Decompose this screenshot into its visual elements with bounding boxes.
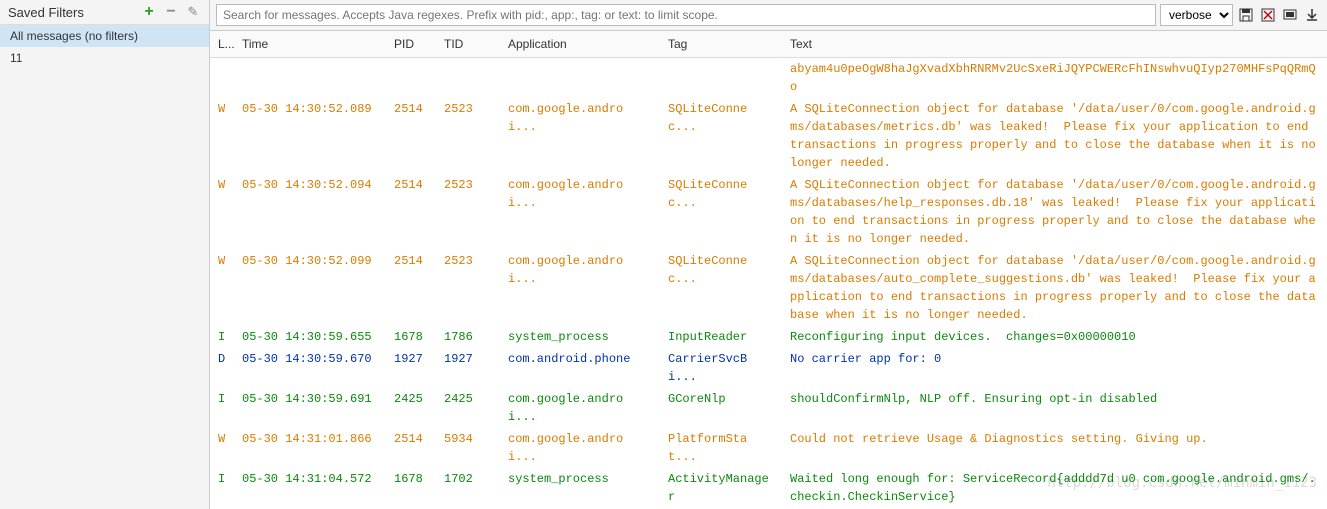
log-cell: D <box>210 348 234 388</box>
log-cell: A SQLiteConnection object for database '… <box>782 174 1327 250</box>
saved-filters-header: Saved Filters + − ✎ <box>0 0 209 25</box>
log-cell: com.google.androi... <box>500 98 660 174</box>
log-cell: W <box>210 98 234 174</box>
log-cell: 05-30 14:30:59.670 <box>234 348 386 388</box>
log-cell: 1702 <box>436 468 500 508</box>
log-cell: 05-30 14:31:04.572 <box>234 468 386 508</box>
clear-log-icon[interactable] <box>1259 6 1277 24</box>
log-cell: 1678 <box>386 468 436 508</box>
log-cell: com.android.phone <box>500 348 660 388</box>
saved-filters-panel: Saved Filters + − ✎ All messages (no fil… <box>0 0 210 509</box>
log-cell: com.google.androi... <box>500 250 660 326</box>
log-cell: Reconfiguring input devices. changes=0x0… <box>782 326 1327 348</box>
log-row[interactable]: W05-30 14:30:52.09925142523com.google.an… <box>210 250 1327 326</box>
log-cell: PlatformStat... <box>660 428 782 468</box>
log-cell: system_process <box>500 326 660 348</box>
log-cell: Could not retrieve Usage & Diagnostics s… <box>782 428 1327 468</box>
log-table: L... Time PID TID Application Tag Text a… <box>210 31 1327 509</box>
log-cell: SQLiteConnec... <box>660 250 782 326</box>
log-cell: 2425 <box>386 388 436 428</box>
col-time[interactable]: Time <box>234 31 386 58</box>
screen-capture-icon[interactable] <box>1281 6 1299 24</box>
logcat-toolbar: verbose <box>210 0 1327 31</box>
col-text[interactable]: Text <box>782 31 1327 58</box>
log-row[interactable]: W05-30 14:31:01.86625145934com.google.an… <box>210 428 1327 468</box>
log-cell: 05-30 14:30:52.099 <box>234 250 386 326</box>
col-tag[interactable]: Tag <box>660 31 782 58</box>
log-cell: 05-30 14:30:59.691 <box>234 388 386 428</box>
log-cell: W <box>210 250 234 326</box>
log-row[interactable]: D05-30 14:30:59.67019271927com.android.p… <box>210 348 1327 388</box>
logcat-main: verbose L... Time PID TID Application T <box>210 0 1327 509</box>
log-cell: 1678 <box>386 326 436 348</box>
log-cell: 05-30 14:31:01.866 <box>234 428 386 468</box>
log-cell: com.google.androi... <box>500 428 660 468</box>
log-cell: com.google.androi... <box>500 174 660 250</box>
log-cell: 05-30 14:30:59.655 <box>234 326 386 348</box>
log-cell: system_process <box>500 468 660 508</box>
log-header-row: L... Time PID TID Application Tag Text <box>210 31 1327 58</box>
log-cell: W <box>210 174 234 250</box>
log-cell: 2425 <box>436 388 500 428</box>
log-cell: 05-30 14:30:52.094 <box>234 174 386 250</box>
log-cell <box>386 58 436 99</box>
remove-filter-icon[interactable]: − <box>163 4 179 20</box>
saved-filters-title: Saved Filters <box>8 5 84 20</box>
filter-item[interactable]: All messages (no filters) <box>0 25 209 47</box>
log-cell: ActivityManager <box>660 468 782 508</box>
log-cell: shouldConfirmNlp, NLP off. Ensuring opt-… <box>782 388 1327 428</box>
log-row[interactable]: I05-30 14:30:59.69124252425com.google.an… <box>210 388 1327 428</box>
add-filter-icon[interactable]: + <box>141 4 157 20</box>
log-cell: 1927 <box>386 348 436 388</box>
log-cell: W <box>210 428 234 468</box>
log-cell: 05-30 14:30:52.089 <box>234 98 386 174</box>
edit-filter-icon[interactable]: ✎ <box>185 4 201 20</box>
log-cell: Waited long enough for: ServiceRecord{ad… <box>782 468 1327 508</box>
log-row[interactable]: I05-30 14:30:59.65516781786system_proces… <box>210 326 1327 348</box>
log-table-area[interactable]: L... Time PID TID Application Tag Text a… <box>210 31 1327 509</box>
log-cell: A SQLiteConnection object for database '… <box>782 250 1327 326</box>
log-cell: 2523 <box>436 174 500 250</box>
log-cell: 2523 <box>436 98 500 174</box>
log-cell: com.google.androi... <box>500 388 660 428</box>
log-cell <box>500 58 660 99</box>
log-row[interactable]: abyam4u0peOgW8haJgXvadXbhRNRMv2UcSxeRiJQ… <box>210 58 1327 99</box>
scroll-lock-icon[interactable] <box>1303 6 1321 24</box>
log-cell: 2523 <box>436 250 500 326</box>
log-row[interactable]: W05-30 14:30:52.09425142523com.google.an… <box>210 174 1327 250</box>
log-cell: GCoreNlp <box>660 388 782 428</box>
log-cell: I <box>210 388 234 428</box>
log-cell <box>210 58 234 99</box>
log-cell <box>660 58 782 99</box>
log-cell: 2514 <box>386 250 436 326</box>
log-cell: 2514 <box>386 174 436 250</box>
log-cell <box>436 58 500 99</box>
log-cell: SQLiteConnec... <box>660 98 782 174</box>
log-cell: abyam4u0peOgW8haJgXvadXbhRNRMv2UcSxeRiJQ… <box>782 58 1327 99</box>
log-row[interactable]: W05-30 14:30:52.08925142523com.google.an… <box>210 98 1327 174</box>
col-level[interactable]: L... <box>210 31 234 58</box>
log-cell <box>234 58 386 99</box>
log-cell: 2514 <box>386 428 436 468</box>
log-cell: 1927 <box>436 348 500 388</box>
log-cell: CarrierSvcBi... <box>660 348 782 388</box>
log-cell: I <box>210 468 234 508</box>
col-app[interactable]: Application <box>500 31 660 58</box>
log-cell: I <box>210 326 234 348</box>
log-cell: InputReader <box>660 326 782 348</box>
log-cell: A SQLiteConnection object for database '… <box>782 98 1327 174</box>
filter-item[interactable]: 11 <box>0 47 209 69</box>
log-cell: 5934 <box>436 428 500 468</box>
log-row[interactable]: I05-30 14:31:04.57216781702system_proces… <box>210 468 1327 508</box>
log-level-select[interactable]: verbose <box>1160 4 1233 26</box>
log-cell: 2514 <box>386 98 436 174</box>
log-cell: No carrier app for: 0 <box>782 348 1327 388</box>
col-tid[interactable]: TID <box>436 31 500 58</box>
filter-list: All messages (no filters)11 <box>0 25 209 509</box>
log-cell: 1786 <box>436 326 500 348</box>
save-log-icon[interactable] <box>1237 6 1255 24</box>
col-pid[interactable]: PID <box>386 31 436 58</box>
log-cell: SQLiteConnec... <box>660 174 782 250</box>
search-input[interactable] <box>216 4 1156 26</box>
